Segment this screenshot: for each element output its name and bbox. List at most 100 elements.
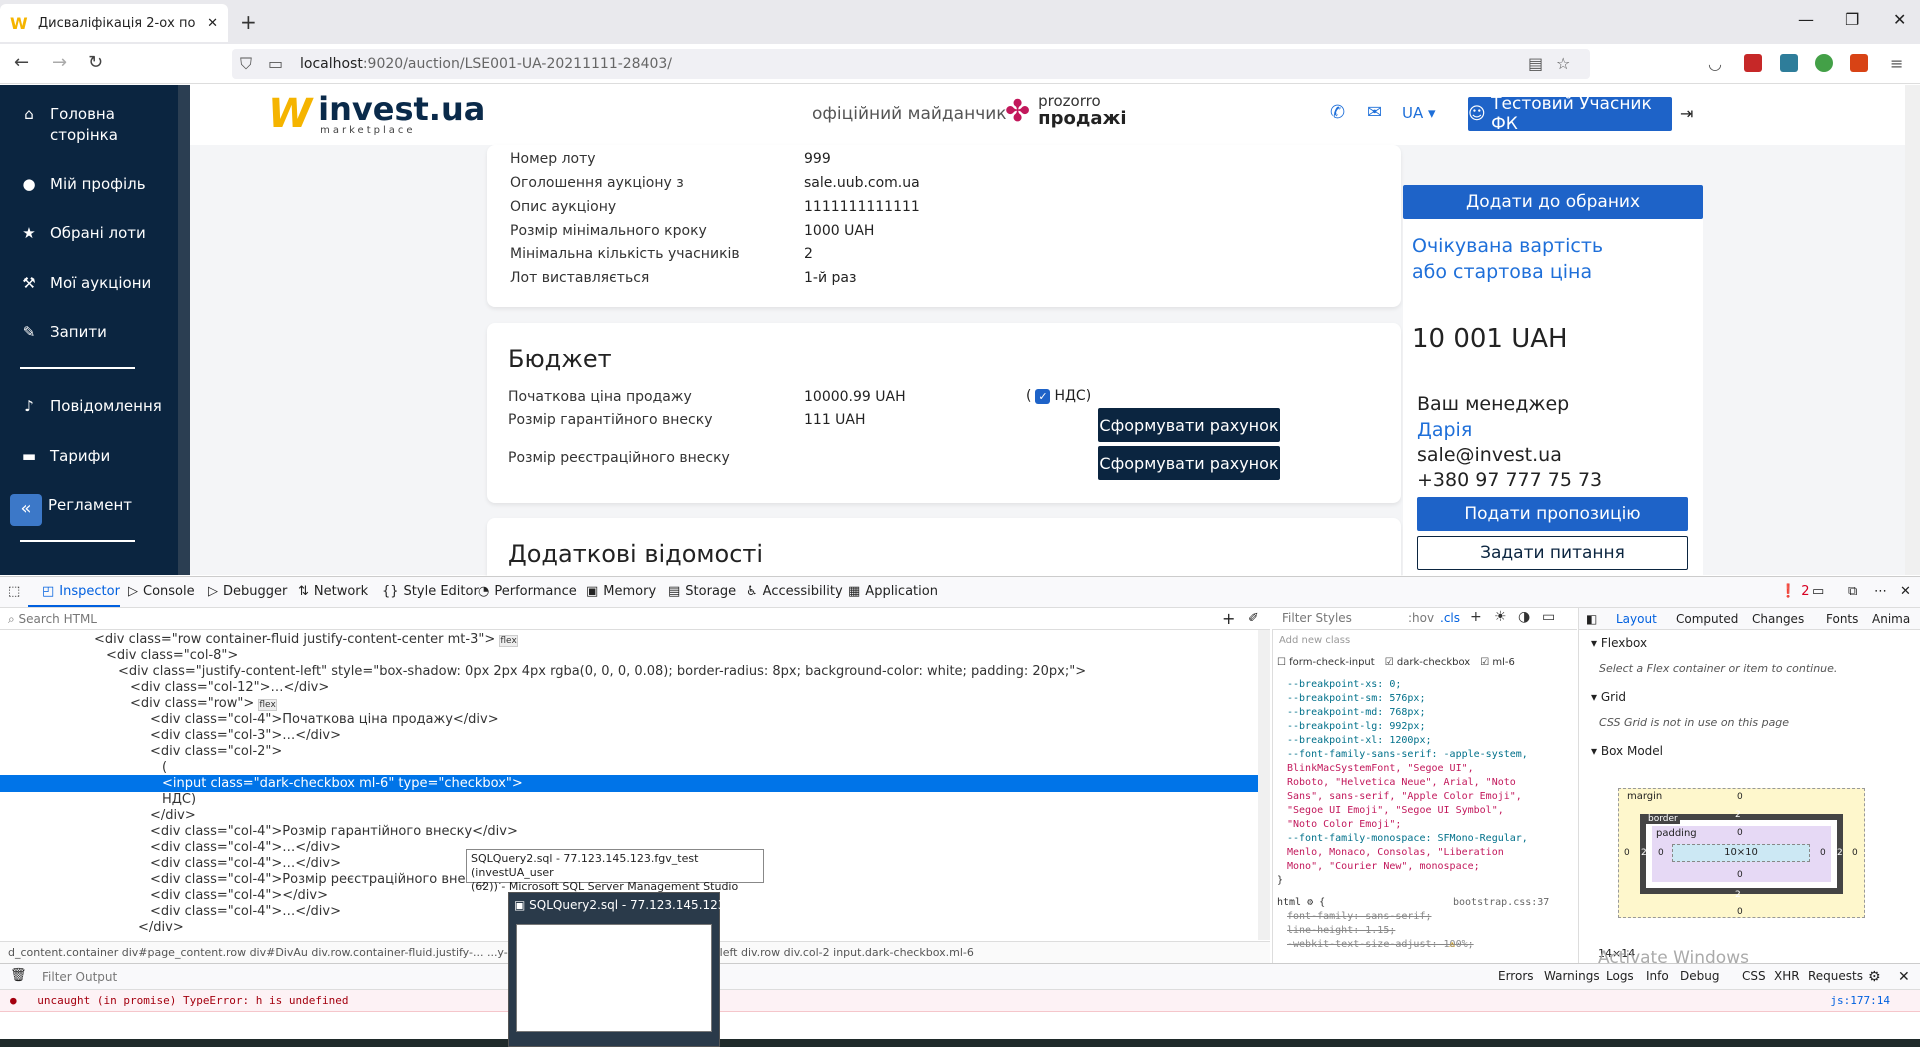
css-declaration[interactable]: --font-family-sans-serif: -apple-system, (1287, 748, 1528, 762)
tab-memory[interactable]: ▣ Memory (586, 584, 656, 599)
css-overridden-declaration[interactable]: font-family: sans-serif; (1287, 910, 1432, 924)
vat-checkbox[interactable]: ✓ (1035, 388, 1051, 404)
border-right-value[interactable]: 2 (1837, 848, 1843, 858)
css-selector[interactable]: html ⚙ { (1277, 896, 1325, 910)
warning-icon[interactable]: ⚠ (1449, 938, 1455, 952)
manager-name-link[interactable]: Дарія (1417, 419, 1472, 441)
tab-console[interactable]: ▷ Console (128, 584, 195, 599)
new-tab-button[interactable]: + (240, 10, 257, 34)
extension-orange-icon[interactable] (1850, 54, 1868, 72)
logout-icon[interactable]: ⇥ (1680, 104, 1693, 123)
html-scrollbar[interactable] (1258, 630, 1270, 940)
reload-icon[interactable]: ↻ (88, 52, 103, 73)
restore-icon[interactable]: ❐ (1845, 10, 1859, 29)
filter-styles-input[interactable]: Filter Styles (1282, 611, 1352, 625)
html-node[interactable]: ( (162, 760, 167, 776)
css-source-link[interactable]: bootstrap.css:37 (1453, 896, 1549, 910)
flexbox-section-header[interactable]: ▾ Flexbox (1591, 636, 1647, 650)
html-node[interactable]: <div class="col-8"> (106, 648, 238, 664)
prozorro-logo[interactable]: ✤ prozorro продажі (1005, 94, 1127, 130)
css-declaration[interactable]: --breakpoint-xs: 0; (1287, 678, 1401, 692)
console-settings-icon[interactable]: ⚙ (1868, 969, 1881, 985)
close-devtools-icon[interactable]: ✕ (1900, 584, 1911, 599)
user-account-button[interactable]: ☺ Тестовий Учасник ФК (1468, 94, 1672, 134)
html-node[interactable]: <div class="col-3">…</div> (150, 728, 341, 744)
language-select[interactable]: UA ▾ (1402, 104, 1436, 122)
html-node[interactable]: <div class="col-4"></div> (150, 888, 328, 904)
more-options-icon[interactable]: ⋯ (1874, 584, 1887, 599)
margin-bottom-value[interactable]: 0 (1737, 907, 1743, 917)
html-node-selected[interactable]: <input class="dark-checkbox ml-6" type="… (162, 776, 523, 792)
tab-accessibility[interactable]: ♿ Accessibility (746, 584, 843, 599)
html-node[interactable]: <div class="row"> flex (130, 696, 277, 712)
menu-icon[interactable]: ≡ (1890, 54, 1903, 73)
trash-icon[interactable]: 🗑 (10, 968, 27, 983)
tab-animations[interactable]: Anima (1872, 612, 1910, 626)
search-html-input[interactable]: ⌕ Search HTML (8, 612, 97, 627)
padding-bottom-value[interactable]: 0 (1737, 870, 1743, 880)
add-to-favorites-button[interactable]: Додати до обраних (1403, 185, 1703, 219)
page-icon[interactable]: ▭ (268, 54, 283, 73)
forward-icon[interactable]: → (52, 52, 67, 73)
filter-errors[interactable]: Errors (1498, 969, 1534, 983)
chevrons-left-icon[interactable]: « (10, 494, 42, 526)
reader-view-icon[interactable]: ▤ (1528, 54, 1543, 73)
class-toggle-item[interactable]: ☐ form-check-input (1277, 656, 1375, 670)
filter-logs[interactable]: Logs (1606, 969, 1634, 983)
shield-icon[interactable]: ⛉ (240, 54, 252, 74)
flex-badge[interactable]: flex (258, 699, 277, 711)
extension-red-icon[interactable] (1744, 54, 1762, 72)
html-node[interactable]: <div class="col-12">…</div> (130, 680, 329, 696)
tab-debugger[interactable]: ▷ Debugger (208, 584, 287, 599)
error-source-link[interactable]: js:177:14 (1830, 990, 1890, 1012)
minimize-icon[interactable]: — (1798, 10, 1814, 29)
tab-storage[interactable]: ▤ Storage (668, 584, 736, 599)
ask-question-button[interactable]: Задати питання (1417, 536, 1688, 570)
box-model-content[interactable]: 10×10 (1672, 844, 1810, 862)
sidebar-scrollbar[interactable] (178, 85, 190, 575)
html-node[interactable]: <div class="col-4">Розмір гарантійного в… (150, 824, 518, 840)
sidebar-item-profile[interactable]: ● Мій профіль (20, 174, 145, 195)
css-declaration[interactable]: --breakpoint-sm: 576px; (1287, 692, 1425, 706)
eyedropper-icon[interactable]: ✐ (1248, 611, 1259, 626)
page-scrollbar[interactable] (1905, 85, 1920, 575)
padding-right-value[interactable]: 0 (1820, 848, 1826, 858)
html-node[interactable]: <div class="justify-content-left" style=… (118, 664, 1086, 680)
sidebar-item-notifications[interactable]: ♪ Повідомлення (20, 396, 162, 417)
flex-badge[interactable]: flex (499, 635, 518, 647)
padding-top-value[interactable]: 0 (1737, 828, 1743, 838)
console-input-area[interactable] (0, 1012, 1920, 1039)
border-left-value[interactable]: 2 (1641, 848, 1647, 858)
tab-changes[interactable]: Changes (1752, 612, 1804, 626)
margin-right-value[interactable]: 0 (1852, 848, 1858, 858)
sidebar-item-regulations[interactable]: Регламент (48, 495, 132, 516)
extension-save-icon[interactable] (1780, 54, 1798, 72)
tab-inspector[interactable]: ◰ Inspector (42, 584, 120, 599)
html-node[interactable]: НДС) (162, 792, 196, 808)
browser-tab[interactable]: W Дисваліфікація 2-ох по 1 прич ✕ (0, 4, 228, 42)
sidebar-toggle-icon[interactable]: ◧ (1586, 612, 1597, 626)
close-tab-icon[interactable]: ✕ (207, 16, 218, 31)
box-model-section-header[interactable]: ▾ Box Model (1591, 744, 1663, 758)
html-node[interactable]: <div class="col-4">…</div> (150, 840, 341, 856)
sidebar-item-home[interactable]: ⌂ Головна сторінка (20, 104, 170, 146)
html-node[interactable]: <div class="col-2"> (150, 744, 282, 760)
tab-layout[interactable]: Layout (1616, 612, 1657, 626)
css-declaration[interactable]: --breakpoint-xl: 1200px; (1287, 734, 1432, 748)
bookmark-star-icon[interactable]: ☆ (1556, 54, 1570, 73)
html-node[interactable]: <div class="col-4">…</div> (150, 856, 341, 872)
grid-section-header[interactable]: ▾ Grid (1591, 690, 1626, 704)
margin-left-value[interactable]: 0 (1624, 848, 1630, 858)
class-toggle-item[interactable]: ☑ dark-checkbox (1385, 656, 1471, 670)
css-declaration[interactable]: --font-family-monospace: SFMono-Regular, (1287, 832, 1528, 846)
padding-left-value[interactable]: 0 (1658, 848, 1664, 858)
filter-css[interactable]: CSS (1742, 969, 1766, 983)
address-bar[interactable]: localhost:9020/auction/LSE001-UA-2021111… (232, 49, 1590, 79)
css-overridden-declaration[interactable]: line-height: 1.15; (1287, 924, 1395, 938)
filter-output-input[interactable]: Filter Output (42, 970, 117, 984)
error-count-badge[interactable]: ❗ 2 (1780, 584, 1809, 599)
close-window-icon[interactable]: ✕ (1893, 10, 1906, 29)
sidebar-item-favorites[interactable]: ★ Обрані лоти (20, 223, 146, 244)
invoice-button[interactable]: Сформувати рахунок (1098, 446, 1280, 480)
sidebar-item-auctions[interactable]: ⚒ Мої аукціони (20, 273, 151, 294)
